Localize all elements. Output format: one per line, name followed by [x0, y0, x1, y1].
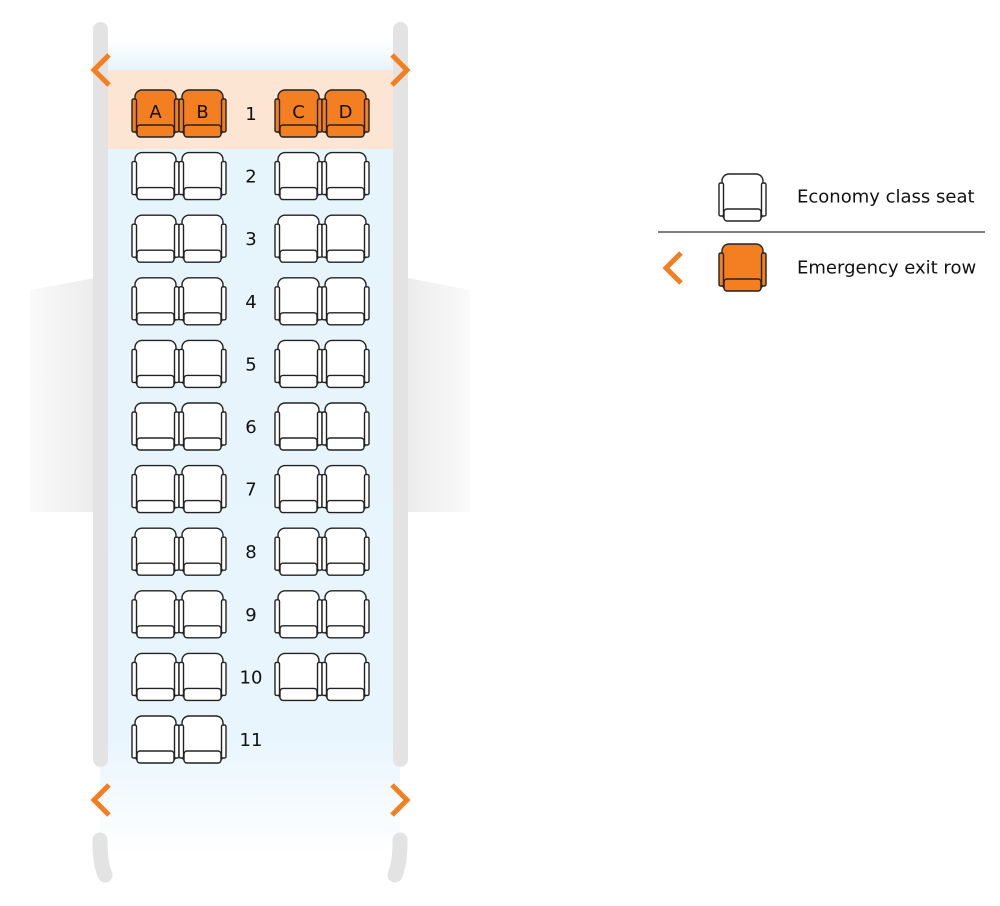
seat-8A[interactable]	[131, 527, 180, 576]
seat-9D[interactable]	[321, 590, 370, 639]
seat-4A[interactable]	[131, 277, 180, 326]
row-number: 8	[245, 542, 256, 563]
legend-exit-chevron-icon	[662, 251, 683, 285]
seat-letter: D	[339, 102, 353, 123]
seat-6A[interactable]	[131, 402, 180, 451]
fuselage-wall-right-lower	[387, 832, 408, 883]
seat-9A[interactable]	[131, 590, 180, 639]
seat-10C[interactable]	[274, 652, 323, 702]
cabin-floor	[100, 40, 400, 70]
row-number: 5	[245, 354, 256, 375]
seat-6B[interactable]	[178, 402, 227, 451]
seat-8B[interactable]	[178, 527, 227, 576]
fuselage-wall-left	[93, 22, 108, 767]
seat-8D[interactable]	[321, 527, 370, 576]
left-wing	[30, 278, 95, 512]
row-number: 11	[240, 730, 263, 751]
legend-exit-label: Emergency exit row	[797, 257, 977, 279]
legend-economy-label: Economy class seat	[797, 186, 975, 208]
seat-9C[interactable]	[274, 590, 323, 639]
seat-6C[interactable]	[274, 402, 323, 451]
seat-10B[interactable]	[178, 652, 227, 702]
seat-5D[interactable]	[321, 339, 370, 389]
right-wing	[408, 278, 470, 512]
seat-7C[interactable]	[274, 464, 323, 514]
legend-exit-seat-icon[interactable]	[718, 243, 767, 292]
seat-11A[interactable]	[131, 715, 180, 764]
seat-1C[interactable]: C	[274, 89, 323, 138]
seat-8C[interactable]	[274, 527, 323, 576]
seat-4C[interactable]	[274, 277, 323, 326]
seat-3A[interactable]	[131, 214, 180, 263]
seat-1D[interactable]: D	[321, 89, 370, 138]
seat-2B[interactable]	[178, 151, 227, 201]
seat-3C[interactable]	[274, 214, 323, 263]
row-number: 3	[245, 229, 256, 250]
row-number: 9	[245, 605, 256, 626]
seat-11B[interactable]	[178, 715, 227, 764]
seat-letter: A	[149, 102, 162, 123]
row-number: 1	[245, 104, 256, 125]
seat-4B[interactable]	[178, 277, 227, 326]
seat-1B[interactable]: B	[178, 89, 227, 138]
seat-7B[interactable]	[178, 464, 227, 514]
seat-4D[interactable]	[321, 277, 370, 326]
fuselage-wall-left-lower	[92, 832, 113, 883]
seat-10A[interactable]	[131, 652, 180, 702]
row-number: 4	[245, 292, 256, 313]
seat-5C[interactable]	[274, 339, 323, 389]
seat-6D[interactable]	[321, 402, 370, 451]
seat-3D[interactable]	[321, 214, 370, 263]
seat-map: A B C D 1 2 3 4 5 6 7 8 9 10 11	[30, 22, 985, 883]
row-number: 6	[245, 417, 256, 438]
seat-7A[interactable]	[131, 464, 180, 514]
seat-3B[interactable]	[178, 214, 227, 263]
seat-2C[interactable]	[274, 151, 323, 201]
seat-letter: C	[292, 102, 305, 123]
seat-2D[interactable]	[321, 151, 370, 201]
seat-1A[interactable]: A	[131, 89, 180, 138]
seat-9B[interactable]	[178, 590, 227, 639]
row-number: 7	[245, 480, 256, 501]
seat-letter: B	[196, 102, 208, 123]
seat-2A[interactable]	[131, 151, 180, 201]
seat-7D[interactable]	[321, 464, 370, 514]
row-number: 2	[245, 167, 256, 188]
seat-10D[interactable]	[321, 652, 370, 702]
seat-5A[interactable]	[131, 339, 180, 389]
seat-5B[interactable]	[178, 339, 227, 389]
legend-economy-seat-icon[interactable]	[718, 173, 767, 222]
fuselage-wall-right	[393, 22, 408, 767]
row-number: 10	[240, 667, 263, 688]
